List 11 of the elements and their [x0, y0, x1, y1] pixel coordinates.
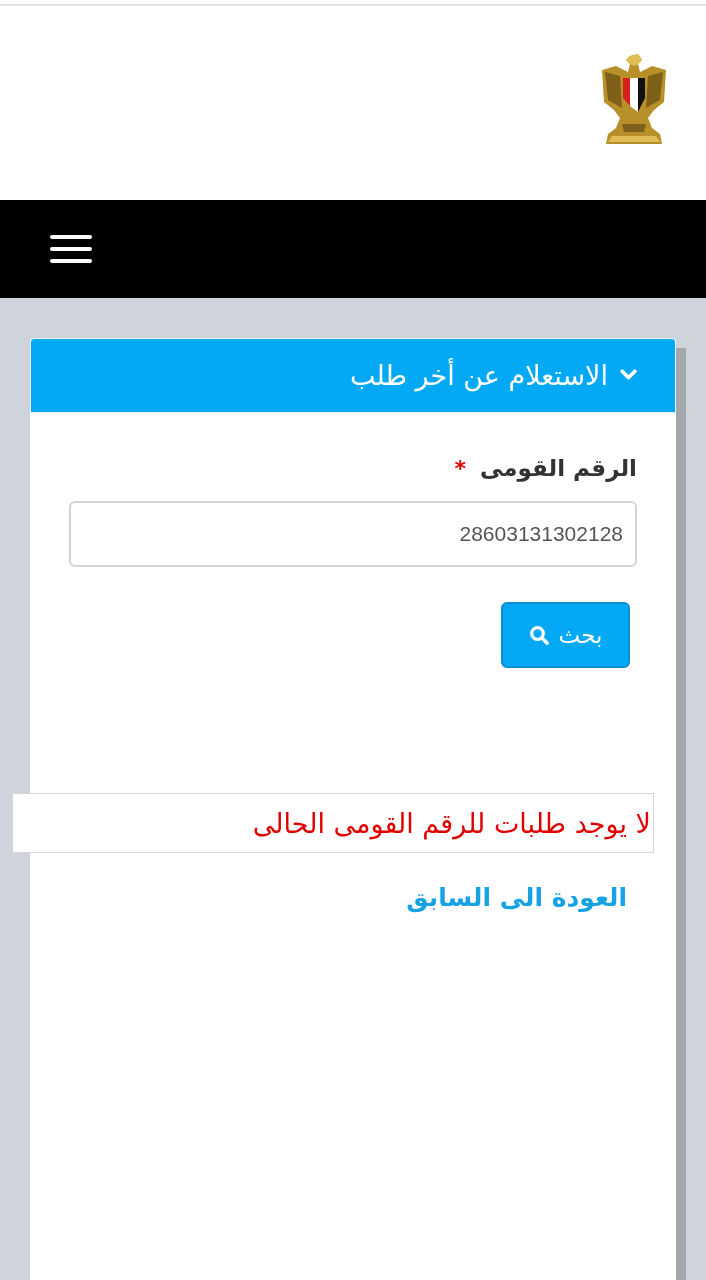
menu-icon [50, 235, 92, 263]
national-id-field[interactable]: 28603131302128 [69, 501, 637, 567]
search-icon [528, 625, 549, 645]
panel-header[interactable]: الاستعلام عن أخر طلب [30, 338, 676, 413]
search-button[interactable]: بحث [501, 602, 630, 668]
national-id-label: الرقم القومى [480, 455, 637, 481]
menu-button[interactable] [50, 235, 92, 263]
chevron-down-icon [620, 369, 637, 382]
back-link[interactable]: العودة الى السابق [406, 883, 627, 912]
required-asterisk: * [454, 455, 467, 481]
error-message: لا يوجد طلبات للرقم القومى الحالى [12, 793, 654, 853]
